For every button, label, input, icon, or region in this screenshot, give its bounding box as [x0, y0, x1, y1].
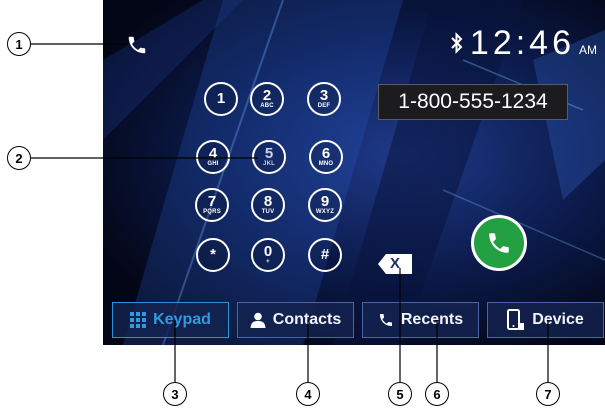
callout-6: 6 — [425, 382, 449, 406]
callout-5: 5 — [388, 382, 412, 406]
callout-2: 2 — [7, 146, 31, 170]
callout-3: 3 — [163, 382, 187, 406]
callout-leader-lines — [31, 43, 549, 382]
callout-4: 4 — [296, 382, 320, 406]
callout-7: 7 — [536, 382, 560, 406]
callout-1: 1 — [7, 32, 31, 56]
